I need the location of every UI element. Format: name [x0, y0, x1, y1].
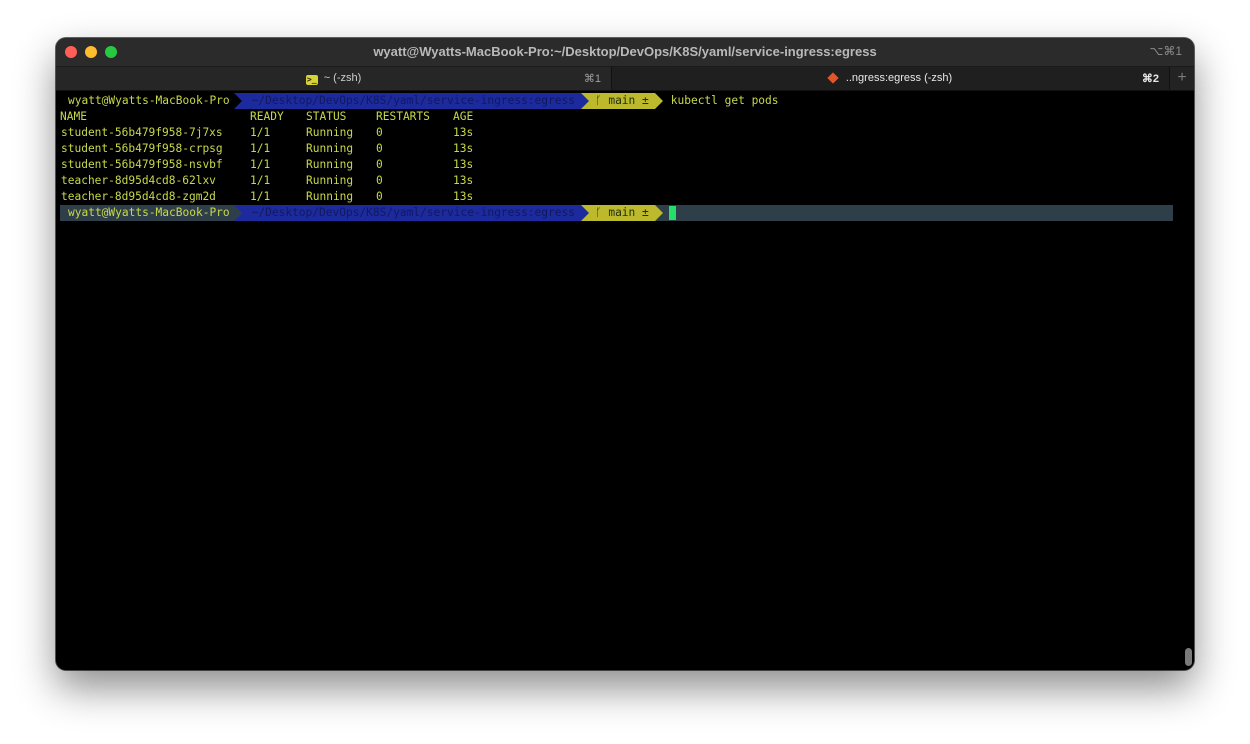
active-prompt-line[interactable]: wyatt@Wyatts-MacBook-Pro ~/Desktop/DevOps… [60, 205, 676, 221]
pod-status: Running [306, 158, 354, 171]
pod-status: Running [306, 190, 354, 203]
branch-icon: ᚴ [594, 206, 602, 219]
text-cursor[interactable] [668, 206, 676, 220]
col-restarts-header: RESTARTS [376, 110, 430, 123]
tab-zsh-home[interactable]: >_ ~ (-zsh) ⌘1 [56, 67, 612, 90]
pod-status: Running [306, 126, 354, 139]
pod-ready: 1/1 [250, 142, 271, 155]
git-icon [827, 72, 839, 84]
pod-restarts: 0 [376, 158, 383, 171]
prompt-dir: ~/Desktop/DevOps/K8S/yaml/service-ingres… [241, 93, 581, 109]
pod-status: Running [306, 174, 354, 187]
new-tab-button[interactable]: + [1170, 67, 1194, 90]
col-age-header: AGE [453, 110, 474, 123]
terminal-window: wyatt@Wyatts-MacBook-Pro:~/Desktop/DevOp… [56, 38, 1194, 670]
table-header: NAME READY STATUS RESTARTS AGE [60, 109, 1160, 125]
tab-shortcut: ⌘2 [1141, 73, 1159, 85]
col-name-header: NAME [60, 110, 87, 123]
pod-name: student-56b479f958-7j7xs [61, 126, 223, 139]
pod-name: teacher-8d95d4cd8-62lxv [61, 174, 216, 187]
prompt-line: wyatt@Wyatts-MacBook-Pro ~/Desktop/DevOps… [60, 93, 779, 109]
pod-ready: 1/1 [250, 126, 271, 139]
pod-age: 13s [453, 142, 474, 155]
table-row: teacher-8d95d4cd8-62lxv 1/1 Running 0 13… [60, 173, 1160, 189]
table-row: teacher-8d95d4cd8-zgm2d 1/1 Running 0 13… [60, 189, 1160, 205]
terminal-icon: >_ [305, 75, 318, 85]
prompt-user: wyatt@Wyatts-MacBook-Pro [60, 93, 234, 109]
pod-age: 13s [453, 158, 474, 171]
pod-status: Running [306, 142, 354, 155]
col-status-header: STATUS [306, 110, 347, 123]
col-ready-header: READY [250, 110, 284, 123]
prompt-separator-icon [580, 93, 589, 109]
prompt-separator-icon [580, 205, 589, 221]
scrollbar-thumb[interactable] [1185, 648, 1192, 666]
prompt-branch: main ± [608, 206, 649, 219]
pod-age: 13s [453, 174, 474, 187]
table-row: student-56b479f958-nsvbf 1/1 Running 0 1… [60, 157, 1160, 173]
pod-name: teacher-8d95d4cd8-zgm2d [61, 190, 216, 203]
table-row: student-56b479f958-crpsg 1/1 Running 0 1… [60, 141, 1160, 157]
title-bar: wyatt@Wyatts-MacBook-Pro:~/Desktop/DevOp… [56, 38, 1194, 67]
prompt-git: ᚴ main ± [588, 205, 655, 221]
tab-zsh-egress[interactable]: ..ngress:egress (-zsh) ⌘2 [612, 67, 1170, 90]
pod-restarts: 0 [376, 126, 383, 139]
prompt-separator-icon [233, 93, 242, 109]
tab-label: ~ (-zsh) [323, 72, 362, 84]
pod-restarts: 0 [376, 142, 383, 155]
pod-name: student-56b479f958-crpsg [61, 142, 223, 155]
pod-ready: 1/1 [250, 158, 271, 171]
prompt-dir: ~/Desktop/DevOps/K8S/yaml/service-ingres… [241, 205, 581, 221]
tab-label: ..ngress:egress (-zsh) [845, 72, 953, 84]
table-row: student-56b479f958-7j7xs 1/1 Running 0 1… [60, 125, 1160, 141]
pod-restarts: 0 [376, 174, 383, 187]
pod-ready: 1/1 [250, 190, 271, 203]
pod-name: student-56b479f958-nsvbf [61, 158, 223, 171]
pod-age: 13s [453, 126, 474, 139]
prompt-git: ᚴ main ± [588, 93, 655, 109]
pod-restarts: 0 [376, 190, 383, 203]
prompt-separator-icon [654, 93, 663, 109]
tab-bar: >_ ~ (-zsh) ⌘1 ..ngress:egress (-zsh) ⌘2 … [56, 67, 1194, 91]
pod-age: 13s [453, 190, 474, 203]
pod-ready: 1/1 [250, 174, 271, 187]
window-shortcut: ⌥⌘1 [1149, 44, 1182, 58]
prompt-command: kubectl get pods [670, 94, 779, 107]
prompt-separator-icon [233, 205, 242, 221]
prompt-user: wyatt@Wyatts-MacBook-Pro [60, 205, 234, 221]
window-title: wyatt@Wyatts-MacBook-Pro:~/Desktop/DevOp… [373, 44, 877, 59]
terminal-output[interactable]: wyatt@Wyatts-MacBook-Pro ~/Desktop/DevOps… [56, 91, 1194, 670]
tab-shortcut: ⌘1 [583, 73, 601, 85]
prompt-separator-icon [654, 205, 663, 221]
branch-icon: ᚴ [594, 94, 602, 107]
prompt-branch: main ± [608, 94, 649, 107]
